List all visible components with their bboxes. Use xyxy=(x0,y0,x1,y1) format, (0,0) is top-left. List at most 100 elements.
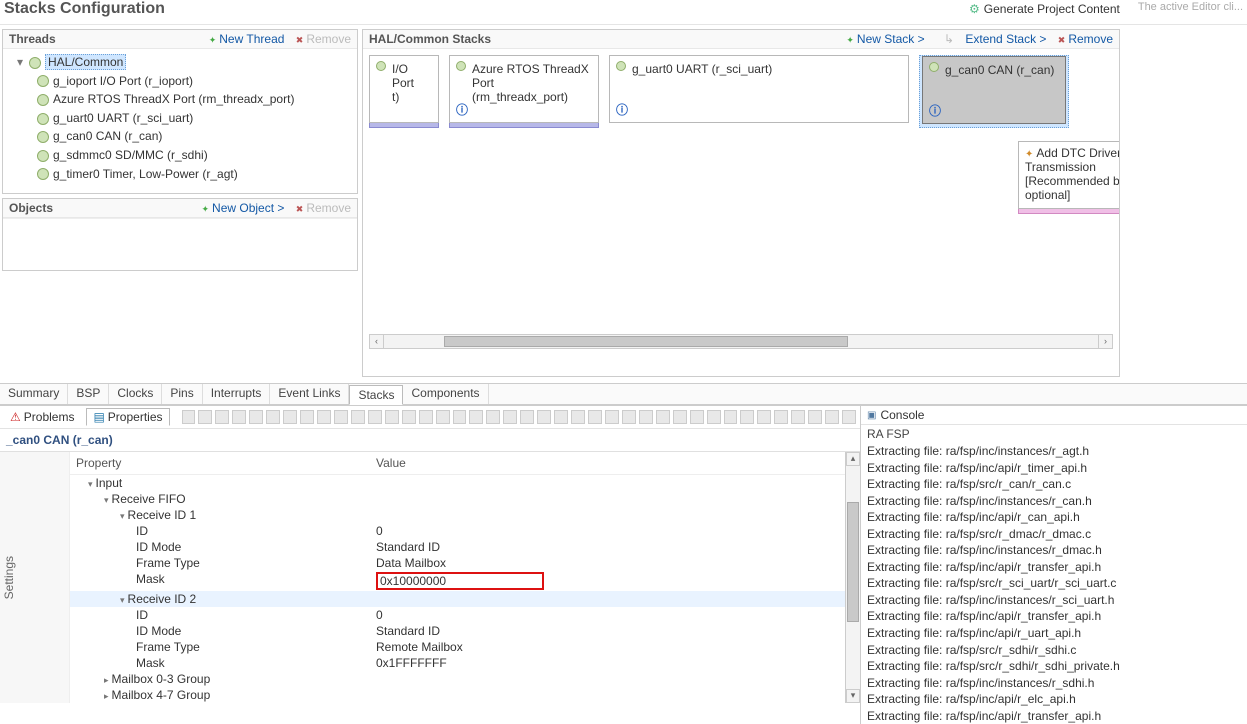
objects-panel: Objects New Object > Remove xyxy=(2,198,358,271)
property-row[interactable]: Receive ID 1 xyxy=(70,507,845,523)
console-line: Extracting file: ra/fsp/inc/api/r_timer_… xyxy=(867,460,1241,477)
remove-object-button[interactable]: Remove xyxy=(296,201,351,215)
module-icon xyxy=(29,57,41,69)
property-row[interactable]: Receive FIFO xyxy=(70,491,845,507)
tree-item[interactable]: g_can0 CAN (r_can) xyxy=(53,129,162,143)
module-icon xyxy=(929,62,939,72)
property-row[interactable]: Mailbox 4-7 Group xyxy=(70,687,845,703)
property-row[interactable]: ID0 xyxy=(70,607,845,623)
col-property: Property xyxy=(76,456,376,470)
collapse-icon[interactable] xyxy=(104,492,112,506)
console-line: Extracting file: ra/fsp/src/r_sci_uart/r… xyxy=(867,575,1241,592)
remove-stack-button[interactable]: Remove xyxy=(1058,32,1113,46)
objects-title: Objects xyxy=(9,201,53,215)
console-title: Console xyxy=(880,408,924,422)
console-line: Extracting file: ra/fsp/inc/instances/r_… xyxy=(867,542,1241,559)
scroll-right-icon[interactable]: › xyxy=(1098,334,1113,349)
collapse-icon[interactable] xyxy=(88,476,96,490)
collapse-icon[interactable] xyxy=(120,592,128,606)
console-line: Extracting file: ra/fsp/inc/instances/r_… xyxy=(867,592,1241,609)
dtc-placeholder[interactable]: Add DTC Driver for Transmission [Recomme… xyxy=(1018,141,1119,209)
console-view: Console RA FSP Extracting file: ra/fsp/i… xyxy=(860,406,1247,724)
module-icon xyxy=(376,61,386,71)
tree-item[interactable]: g_timer0 Timer, Low-Power (r_agt) xyxy=(53,167,238,181)
property-sheet-title: _can0 CAN (r_can) xyxy=(0,429,860,452)
console-output[interactable]: Extracting file: ra/fsp/inc/instances/r_… xyxy=(861,443,1247,724)
info-icon[interactable]: ⓘ xyxy=(456,101,468,118)
info-icon[interactable]: ⓘ xyxy=(929,102,941,119)
tree-item[interactable]: g_uart0 UART (r_sci_uart) xyxy=(53,111,193,125)
module-icon xyxy=(37,94,49,106)
module-icon xyxy=(37,131,49,143)
new-object-button[interactable]: New Object > xyxy=(202,201,285,215)
property-row[interactable]: ID ModeStandard ID xyxy=(70,539,845,555)
scrollbar-thumb[interactable] xyxy=(847,502,859,622)
console-line: Extracting file: ra/fsp/inc/api/r_elc_ap… xyxy=(867,691,1241,708)
new-stack-button[interactable]: New Stack > xyxy=(846,32,924,46)
console-line: Extracting file: ra/fsp/src/r_sdhi/r_sdh… xyxy=(867,658,1241,675)
tab-problems[interactable]: ⚠Problems xyxy=(4,409,80,425)
properties-toolbar[interactable] xyxy=(176,410,857,424)
property-row[interactable]: ID0 xyxy=(70,523,845,539)
property-row[interactable]: Receive ID 2 xyxy=(70,591,845,607)
property-row[interactable]: Mask0x10000000 xyxy=(70,571,845,591)
console-line: Extracting file: ra/fsp/src/r_dmac/r_dma… xyxy=(867,526,1241,543)
properties-view: ⚠Problems ▤Properties _can0 CAN (r_can) … xyxy=(0,406,860,724)
tree-item[interactable]: g_sdmmc0 SD/MMC (r_sdhi) xyxy=(53,148,208,162)
stacks-panel: HAL/Common Stacks New Stack > ↳ Extend S… xyxy=(362,29,1120,377)
highlighted-value[interactable]: 0x10000000 xyxy=(376,572,544,590)
expand-icon[interactable] xyxy=(104,672,112,686)
extend-stack-button[interactable]: ↳ Extend Stack > xyxy=(936,32,1046,46)
cfg-tab-clocks[interactable]: Clocks xyxy=(109,384,162,404)
property-row[interactable]: Input xyxy=(70,475,845,491)
property-row[interactable]: Mailbox 0-3 Group xyxy=(70,671,845,687)
tree-root[interactable]: HAL/Common xyxy=(45,54,126,70)
config-tabs: SummaryBSPClocksPinsInterruptsEvent Link… xyxy=(0,383,1247,405)
property-row[interactable]: Frame TypeData Mailbox xyxy=(70,555,845,571)
cfg-tab-components[interactable]: Components xyxy=(403,384,488,404)
property-table[interactable]: Property Value InputReceive FIFOReceive … xyxy=(70,452,845,703)
property-row[interactable]: ID ModeStandard ID xyxy=(70,623,845,639)
console-line: Extracting file: ra/fsp/inc/api/r_uart_a… xyxy=(867,625,1241,642)
stack-card[interactable]: g_uart0 UART (r_sci_uart)ⓘ xyxy=(609,55,909,123)
property-row[interactable]: Frame TypeRemote Mailbox xyxy=(70,639,845,655)
console-line: Extracting file: ra/fsp/inc/instances/r_… xyxy=(867,443,1241,460)
console-subtitle: RA FSP xyxy=(861,425,1247,443)
stack-card[interactable]: Azure RTOS ThreadX Port(rm_threadx_port)… xyxy=(449,55,599,123)
expand-icon[interactable] xyxy=(17,55,29,69)
generate-project-button[interactable]: Generate Project Content xyxy=(963,0,1126,18)
cfg-tab-event-links[interactable]: Event Links xyxy=(270,384,349,404)
tree-item[interactable]: g_ioport I/O Port (r_ioport) xyxy=(53,74,193,88)
scroll-left-icon[interactable]: ‹ xyxy=(369,334,384,349)
cfg-tab-bsp[interactable]: BSP xyxy=(68,384,109,404)
stack-card[interactable]: I/O Portt) xyxy=(369,55,439,123)
stack-card[interactable]: g_can0 CAN (r_can)ⓘ xyxy=(922,56,1066,124)
info-icon[interactable]: ⓘ xyxy=(616,101,628,118)
threads-title: Threads xyxy=(9,32,56,46)
scroll-down-icon[interactable]: ▾ xyxy=(846,689,860,703)
tab-properties[interactable]: ▤Properties xyxy=(86,408,169,426)
property-row[interactable]: Mask0x1FFFFFFF xyxy=(70,655,845,671)
add-icon xyxy=(1025,146,1036,160)
cfg-tab-interrupts[interactable]: Interrupts xyxy=(203,384,271,404)
console-line: Extracting file: ra/fsp/inc/api/r_transf… xyxy=(867,708,1241,724)
stacks-title: HAL/Common Stacks xyxy=(369,32,491,46)
console-line: Extracting file: ra/fsp/inc/instances/r_… xyxy=(867,675,1241,692)
new-thread-button[interactable]: New Thread xyxy=(209,32,285,46)
threads-tree[interactable]: HAL/Common g_ioport I/O Port (r_ioport) A… xyxy=(3,49,357,193)
expand-icon[interactable] xyxy=(104,688,112,702)
tree-item[interactable]: Azure RTOS ThreadX Port (rm_threadx_port… xyxy=(53,92,294,106)
cfg-tab-stacks[interactable]: Stacks xyxy=(349,385,403,405)
cfg-tab-summary[interactable]: Summary xyxy=(0,384,68,404)
settings-category[interactable]: Settings xyxy=(0,452,70,703)
remove-thread-button[interactable]: Remove xyxy=(296,32,351,46)
vertical-scrollbar[interactable]: ▴ ▾ xyxy=(845,452,860,703)
truncated-text: The active Editor cli... xyxy=(1134,0,1247,14)
module-icon xyxy=(616,61,626,71)
collapse-icon[interactable] xyxy=(120,508,128,522)
scroll-up-icon[interactable]: ▴ xyxy=(846,452,860,466)
scrollbar-thumb[interactable] xyxy=(444,336,848,347)
horizontal-scrollbar[interactable]: ‹ › xyxy=(369,334,1113,349)
col-value: Value xyxy=(376,456,839,470)
cfg-tab-pins[interactable]: Pins xyxy=(162,384,202,404)
